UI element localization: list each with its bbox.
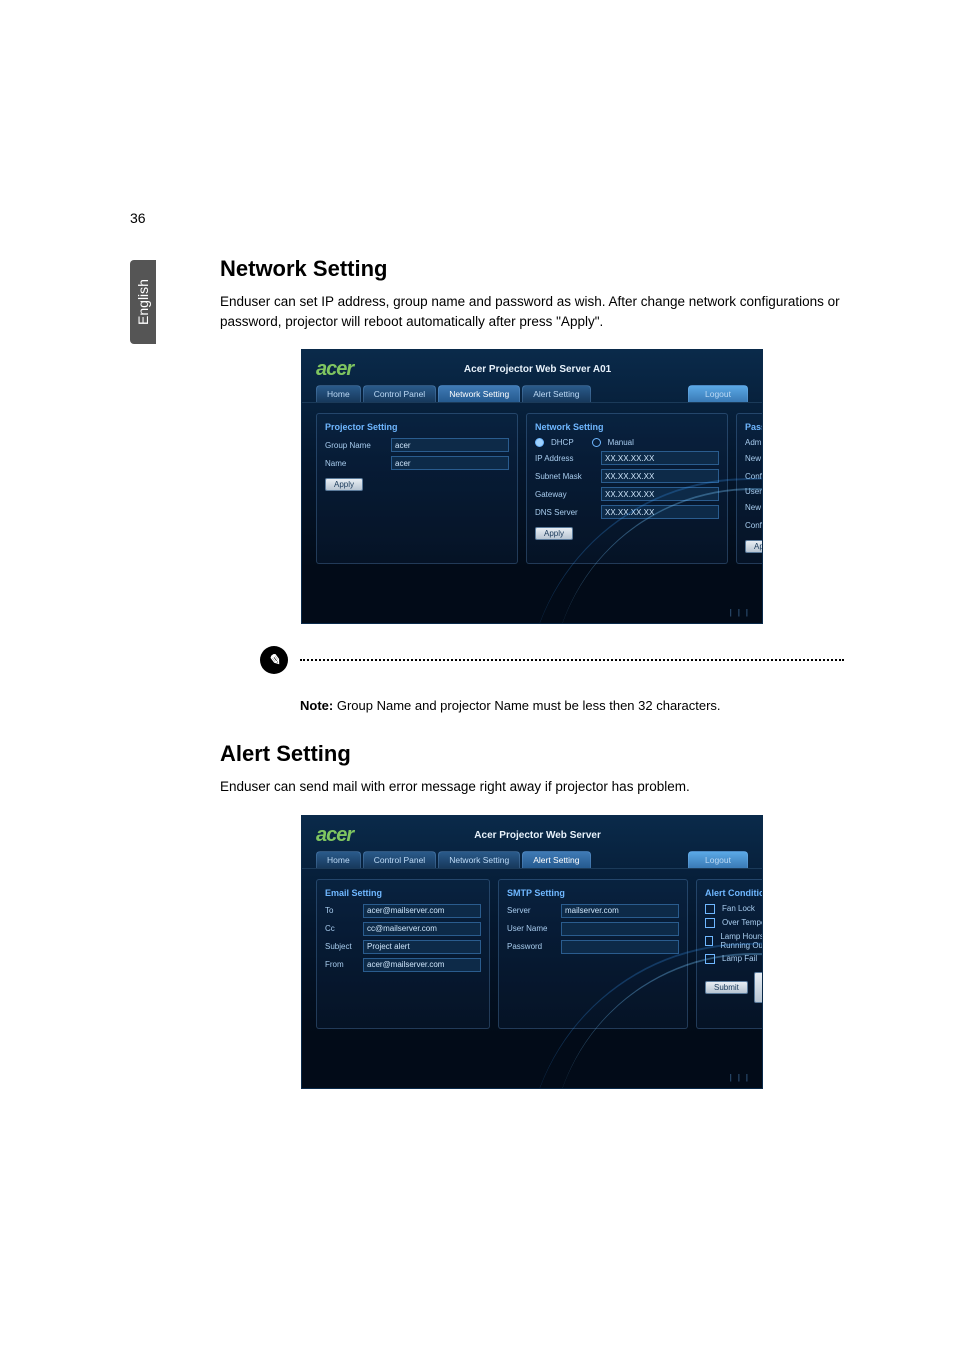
lampfail-label: Lamp Fail — [722, 954, 757, 963]
projector-setting-panel: Projector Setting Group Name Name Apply — [316, 413, 518, 564]
newpw-label: New password — [745, 454, 763, 463]
group-name-label: Group Name — [325, 441, 387, 450]
note-icon: ✎ — [260, 646, 288, 674]
tab-logout[interactable]: Logout — [688, 385, 748, 402]
lamphour-checkbox[interactable] — [705, 936, 713, 946]
page-number: 36 — [130, 210, 844, 226]
webserver-title-2: Acer Projector Web Server — [367, 830, 708, 841]
from-label: From — [325, 960, 359, 969]
webserver-title: Acer Projector Web Server A01 — [367, 364, 708, 375]
tab-alert-setting[interactable]: Alert Setting — [522, 385, 590, 402]
note-divider: ✎ — [260, 646, 844, 674]
projector-setting-title: Projector Setting — [325, 422, 509, 432]
dns-input[interactable] — [601, 505, 719, 519]
smtp-password-input[interactable] — [561, 940, 679, 954]
manual-radio[interactable] — [592, 438, 601, 447]
note-body: Group Name and projector Name must be le… — [333, 698, 720, 713]
tab-alert-setting-2[interactable]: Alert Setting — [522, 851, 590, 868]
overtemp-checkbox[interactable] — [705, 918, 715, 928]
from-input[interactable] — [363, 958, 481, 972]
tab-logout-2[interactable]: Logout — [688, 851, 748, 868]
alert-setting-screenshot: acer Acer Projector Web Server Home Cont… — [301, 815, 763, 1089]
projector-apply-button[interactable]: Apply — [325, 478, 363, 491]
lamphour-label: Lamp Hours Running Out — [720, 932, 763, 950]
cc-label: Cc — [325, 924, 359, 933]
server-input[interactable] — [561, 904, 679, 918]
username-label: User Name — [507, 924, 557, 933]
lampfail-checkbox[interactable] — [705, 954, 715, 964]
cc-input[interactable] — [363, 922, 481, 936]
password-setting-panel: Password Setting Administrator Enable Di… — [736, 413, 763, 564]
submit-button[interactable]: Submit — [705, 981, 748, 994]
note-label: Note: — [300, 698, 333, 713]
subject-input[interactable] — [363, 940, 481, 954]
language-tab: English — [130, 260, 156, 344]
network-setting-panel: Network Setting DHCP Manual IP Address S… — [526, 413, 728, 564]
overtemp-label: Over Temperature — [722, 918, 763, 927]
tab-control-panel[interactable]: Control Panel — [363, 385, 437, 402]
mask-input[interactable] — [601, 469, 719, 483]
tab-network-setting-2[interactable]: Network Setting — [438, 851, 520, 868]
alert-setting-paragraph: Enduser can send mail with error message… — [220, 777, 844, 797]
network-setting-paragraph: Enduser can set IP address, group name a… — [220, 292, 844, 331]
network-apply-button[interactable]: Apply — [535, 527, 573, 540]
password-apply-button[interactable]: Apply — [745, 540, 763, 553]
tab-home-2[interactable]: Home — [316, 851, 361, 868]
email-test-button[interactable]: Email Alert Test — [754, 972, 763, 1003]
network-setting-screenshot: acer Acer Projector Web Server A01 Home … — [301, 349, 763, 624]
gateway-input[interactable] — [601, 487, 719, 501]
manual-label: Manual — [608, 438, 634, 447]
dhcp-label: DHCP — [551, 438, 574, 447]
tab-home[interactable]: Home — [316, 385, 361, 402]
ip-input[interactable] — [601, 451, 719, 465]
confirm-label: Confirm Password — [745, 472, 763, 481]
alert-condition-title: Alert Condition — [705, 888, 763, 898]
network-panel-title: Network Setting — [535, 422, 719, 432]
admin-label: Administrator — [745, 438, 763, 447]
gateway-label: Gateway — [535, 490, 597, 499]
server-label: Server — [507, 906, 557, 915]
alert-condition-panel: Alert Condition Fan Lock Over Temperatur… — [696, 879, 763, 1029]
name-input[interactable] — [391, 456, 509, 470]
tab-bar: Home Control Panel Network Setting Alert… — [302, 385, 762, 403]
user-label: User — [745, 487, 763, 496]
name-label: Name — [325, 459, 387, 468]
username-input[interactable] — [561, 922, 679, 936]
fanlock-checkbox[interactable] — [705, 904, 715, 914]
dhcp-radio[interactable] — [535, 438, 544, 447]
tab-control-panel-2[interactable]: Control Panel — [363, 851, 437, 868]
subject-label: Subject — [325, 942, 359, 951]
user-confirm-label: Confirm Password — [745, 521, 763, 530]
group-name-input[interactable] — [391, 438, 509, 452]
mask-label: Subnet Mask — [535, 472, 597, 481]
smtp-setting-panel: SMTP Setting Server User Name Password — [498, 879, 688, 1029]
smtp-password-label: Password — [507, 942, 557, 951]
tab-bar-2: Home Control Panel Network Setting Alert… — [302, 851, 762, 869]
email-setting-panel: Email Setting To Cc Subject From — [316, 879, 490, 1029]
user-newpw-label: New password — [745, 503, 763, 512]
note-text: Note: Group Name and projector Name must… — [300, 698, 844, 713]
password-panel-title: Password Setting — [745, 422, 763, 432]
alert-setting-heading: Alert Setting — [220, 741, 844, 767]
email-panel-title: Email Setting — [325, 888, 481, 898]
language-label: English — [135, 279, 151, 325]
tab-network-setting[interactable]: Network Setting — [438, 385, 520, 402]
smtp-panel-title: SMTP Setting — [507, 888, 679, 898]
brand-logo-2: acer — [316, 824, 353, 847]
network-setting-heading: Network Setting — [220, 256, 844, 282]
to-label: To — [325, 906, 359, 915]
to-input[interactable] — [363, 904, 481, 918]
brand-logo: acer — [316, 358, 353, 381]
ip-label: IP Address — [535, 454, 597, 463]
fanlock-label: Fan Lock — [722, 904, 755, 913]
dns-label: DNS Server — [535, 508, 597, 517]
